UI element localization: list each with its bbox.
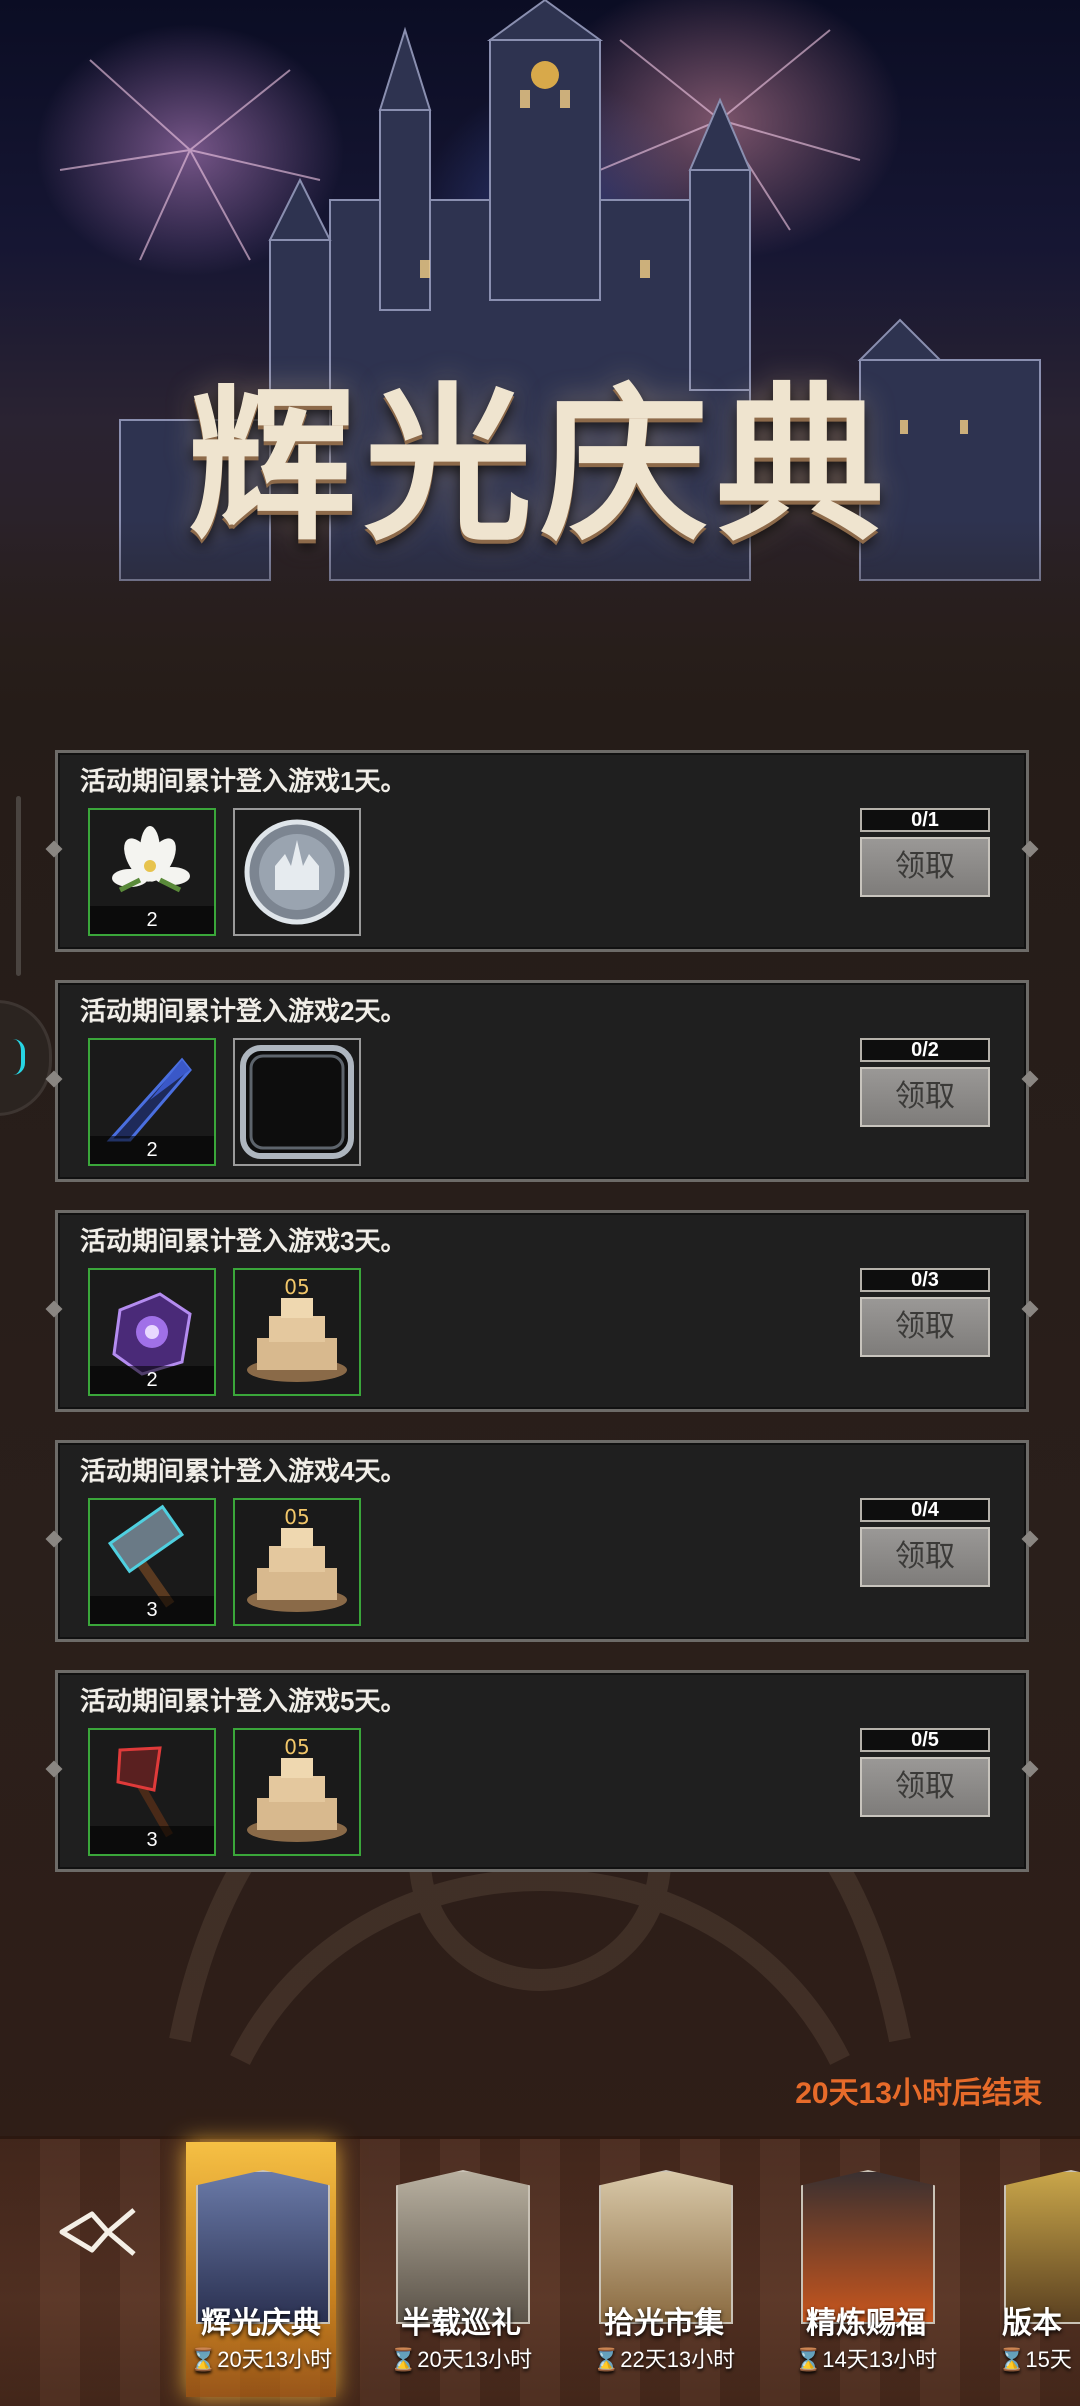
tab-label: 版本: [1002, 2306, 1062, 2341]
tab-countdown: ⌛15天: [998, 2347, 1072, 2372]
reward-slot[interactable]: 3: [88, 1498, 216, 1626]
tab-refine-blessing[interactable]: 精炼赐福 ⌛14天13小时: [791, 2142, 941, 2397]
task-description: 活动期间累计登入游戏5天。: [80, 1686, 407, 1716]
task-card-3: 活动期间累计登入游戏3天。 2 05 0/3 领取: [45, 1210, 1039, 1412]
anniversary-cake-icon: 05: [247, 1735, 347, 1842]
task-description: 活动期间累计登入游戏2天。: [80, 996, 407, 1026]
tab-label: 精炼赐福: [806, 2306, 926, 2341]
tab-glow-celebration[interactable]: 辉光庆典 ⌛20天13小时: [186, 2142, 336, 2397]
tab-countdown: ⌛20天13小时: [389, 2347, 533, 2372]
claim-button[interactable]: 领取: [860, 1297, 990, 1357]
item-quantity: 2: [90, 906, 214, 934]
task-card-1: 活动期间累计登入游戏1天。 2 0/1 领取: [45, 750, 1039, 952]
task-description: 活动期间累计登入游戏3天。: [80, 1226, 407, 1256]
claim-button[interactable]: 领取: [860, 837, 990, 897]
task-description: 活动期间累计登入游戏4天。: [80, 1456, 407, 1486]
task-progress: 0/2: [860, 1038, 990, 1062]
event-end-countdown: 20天13小时后结束: [795, 2077, 1042, 2110]
reward-slot[interactable]: 05: [233, 1268, 361, 1396]
item-quantity: 2: [90, 1136, 214, 1164]
tab-version[interactable]: 版本 ⌛15天: [994, 2142, 1080, 2397]
svg-text:05: 05: [284, 1505, 309, 1529]
item-quantity: 3: [90, 1596, 214, 1624]
task-description: 活动期间累计登入游戏1天。: [80, 766, 407, 796]
tab-half-year-tour[interactable]: 半载巡礼 ⌛20天13小时: [386, 2142, 536, 2397]
reward-slot[interactable]: 05: [233, 1498, 361, 1626]
tab-countdown: ⌛14天13小时: [794, 2347, 938, 2372]
tab-label: 拾光市集: [604, 2306, 724, 2341]
task-card-4: 活动期间累计登入游戏4天。 3 05 0/4 领取: [45, 1440, 1039, 1642]
arc-icon: [13, 1039, 25, 1075]
task-progress: 0/3: [860, 1268, 990, 1292]
tab-market[interactable]: 拾光市集 ⌛22天13小时: [589, 2142, 739, 2397]
reward-slot[interactable]: [233, 1038, 361, 1166]
silver-coin-icon: [244, 819, 350, 925]
anniversary-cake-icon: 05: [247, 1275, 347, 1382]
reward-slot[interactable]: 2: [88, 808, 216, 936]
tab-label: 辉光庆典: [201, 2306, 321, 2341]
anniversary-cake-icon: 05: [247, 1505, 347, 1612]
task-progress: 0/4: [860, 1498, 990, 1522]
left-scroll-rail: [16, 796, 21, 976]
item-quantity: 2: [90, 1366, 214, 1394]
tab-countdown: ⌛22天13小时: [592, 2347, 736, 2372]
reward-slot[interactable]: 2: [88, 1268, 216, 1396]
svg-text:05: 05: [284, 1735, 309, 1759]
task-progress: 0/5: [860, 1728, 990, 1752]
task-card-5: 活动期间累计登入游戏5天。 3 05 0/5 领取: [45, 1670, 1039, 1872]
event-banner: 辉光庆典: [0, 0, 1080, 740]
claim-button[interactable]: 领取: [860, 1527, 990, 1587]
claim-button[interactable]: 领取: [860, 1067, 990, 1127]
tab-label: 半载巡礼: [401, 2306, 521, 2341]
tab-countdown: ⌛20天13小时: [189, 2347, 333, 2372]
event-title: 辉光庆典: [188, 366, 892, 564]
back-arrow-icon[interactable]: [52, 2192, 142, 2272]
task-card-2: 活动期间累计登入游戏2天。 2 0/2 领取: [45, 980, 1039, 1182]
reward-slot[interactable]: 2: [88, 1038, 216, 1166]
reward-slot[interactable]: [233, 808, 361, 936]
reward-slot[interactable]: 3: [88, 1728, 216, 1856]
item-quantity: 3: [90, 1826, 214, 1854]
task-progress: 0/1: [860, 808, 990, 832]
reward-slot[interactable]: 05: [233, 1728, 361, 1856]
claim-button[interactable]: 领取: [860, 1757, 990, 1817]
svg-text:05: 05: [284, 1275, 309, 1299]
avatar-frame-icon: [240, 1045, 354, 1159]
